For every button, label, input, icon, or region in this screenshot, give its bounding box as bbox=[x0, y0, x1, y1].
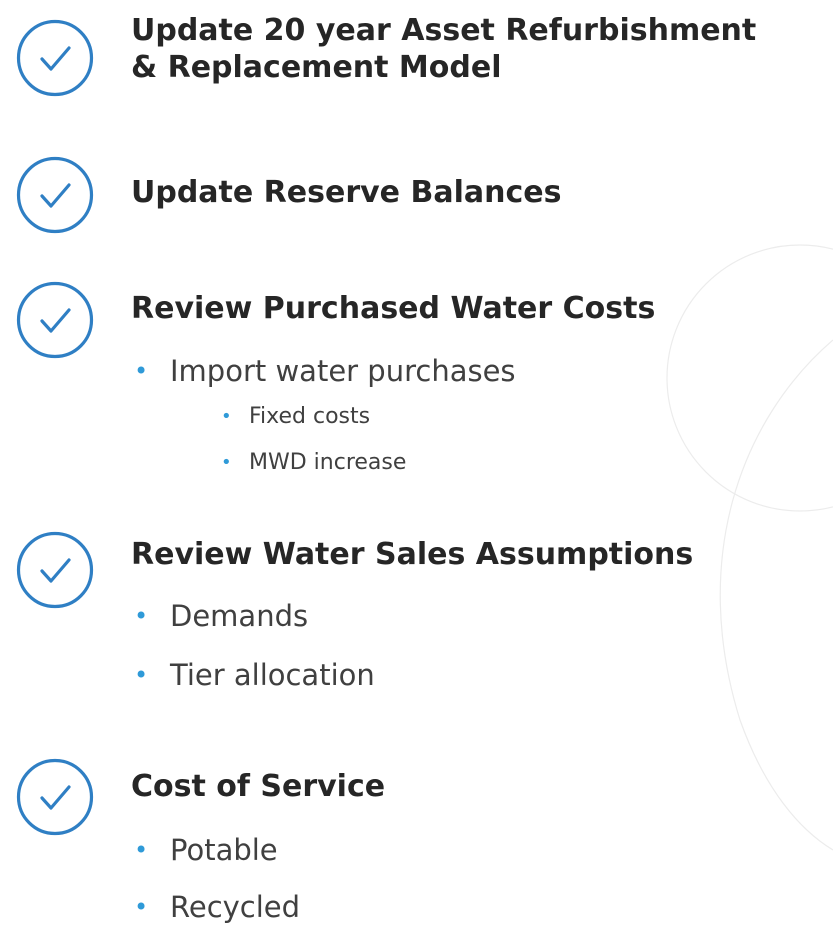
section-heading: Review Purchased Water Costs bbox=[131, 291, 656, 326]
bullet-dot: • bbox=[134, 836, 149, 864]
list-item-text: Tier allocation bbox=[170, 658, 375, 692]
list-item: • Potable bbox=[134, 832, 278, 868]
background-decoration bbox=[666, 244, 833, 851]
checkmark-circle-icon bbox=[16, 156, 94, 234]
section-heading: Review Water Sales Assumptions bbox=[131, 537, 694, 572]
sub-list-item: • Fixed costs bbox=[221, 403, 371, 431]
section-heading: Update 20 year Asset Refurbishment & Rep… bbox=[131, 12, 756, 86]
section-heading: Update Reserve Balances bbox=[131, 175, 562, 210]
section-heading: Cost of Service bbox=[131, 769, 386, 804]
bullet-dot: • bbox=[221, 452, 232, 473]
list-item-text: Import water purchases bbox=[170, 354, 516, 388]
checkmark-circle-icon bbox=[16, 19, 94, 97]
sub-list-item-text: Fixed costs bbox=[249, 404, 371, 429]
list-item: • Import water purchases bbox=[134, 353, 516, 389]
bullet-dot: • bbox=[134, 602, 149, 630]
list-item-text: Demands bbox=[170, 599, 309, 633]
sub-list-item-text: MWD increase bbox=[249, 450, 407, 475]
heading-line-2: & Replacement Model bbox=[131, 50, 502, 85]
list-item-text: Recycled bbox=[170, 890, 301, 924]
bullet-dot: • bbox=[221, 406, 232, 427]
list-item: • Demands bbox=[134, 598, 309, 634]
bullet-dot: • bbox=[134, 661, 149, 689]
heading-line-1: Update 20 year Asset Refurbishment bbox=[131, 13, 757, 48]
checkmark-circle-icon bbox=[16, 531, 94, 609]
list-item-text: Potable bbox=[170, 833, 278, 867]
bullet-dot: • bbox=[134, 357, 149, 385]
sub-list-item: • MWD increase bbox=[221, 449, 407, 477]
list-item: • Recycled bbox=[134, 889, 301, 925]
checkmark-circle-icon bbox=[16, 281, 94, 359]
list-item: • Tier allocation bbox=[134, 657, 375, 693]
checkmark-circle-icon bbox=[16, 758, 94, 836]
bullet-dot: • bbox=[134, 893, 149, 921]
